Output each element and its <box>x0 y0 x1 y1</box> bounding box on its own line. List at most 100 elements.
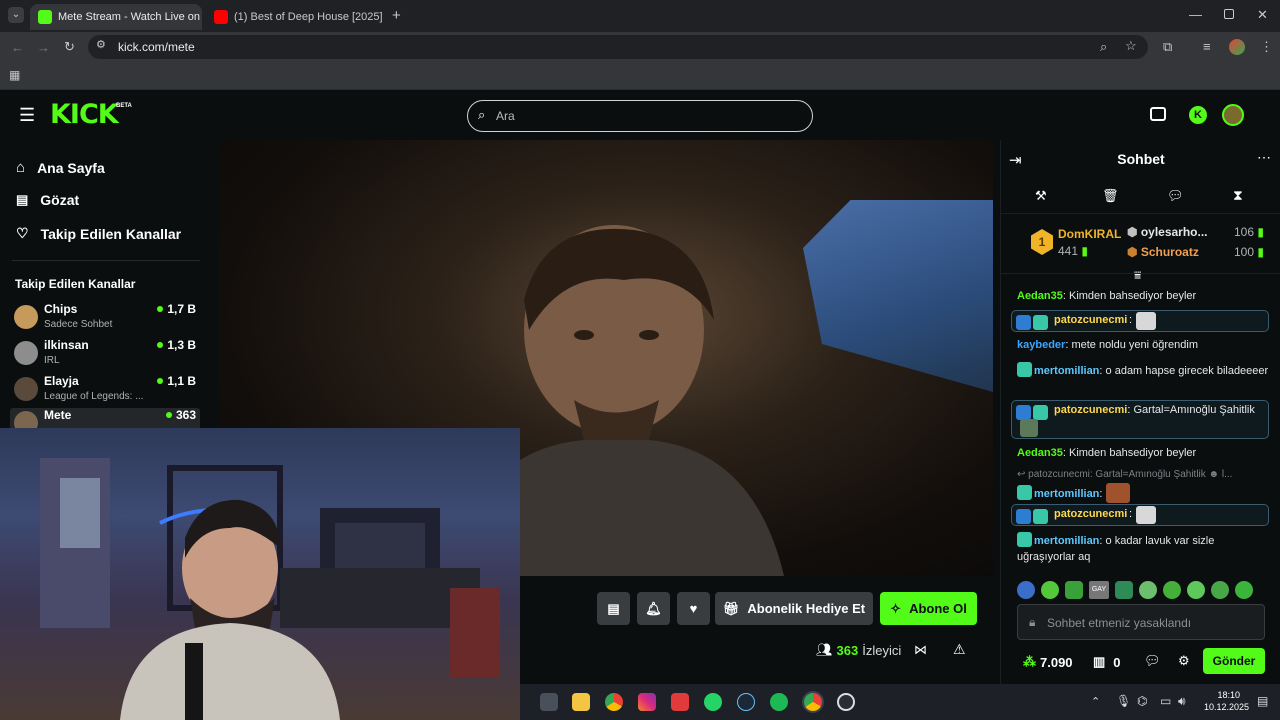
nav-browse[interactable]: ▤ Gözat <box>16 192 79 208</box>
chat-username[interactable]: kaybeder <box>1017 339 1065 351</box>
emote-button[interactable] <box>1065 581 1083 599</box>
volume-icon[interactable]: 🔊︎ <box>1178 694 1186 709</box>
extensions-icon[interactable]: ⧉ <box>1163 40 1172 53</box>
task-view-icon[interactable] <box>540 693 558 711</box>
chat-username[interactable]: mertomillian <box>1034 488 1099 500</box>
highlighted-message[interactable]: patozcunecmi : <box>1011 504 1269 526</box>
network-icon[interactable]: ⌬ <box>1137 694 1147 708</box>
gift-subscription-button[interactable]: 🎁︎ Abonelik Hediye Et <box>715 592 873 625</box>
close-window-icon[interactable]: ✕ <box>1257 8 1268 21</box>
trash-icon[interactable]: 🗑︎ <box>1102 188 1119 204</box>
microphone-icon[interactable]: 🎙︎ <box>1116 694 1131 708</box>
apps-grid-icon[interactable]: ▦ <box>9 69 20 81</box>
channel-points[interactable]: ⁂ 7.090 <box>1023 654 1073 670</box>
minimize-icon[interactable]: — <box>1189 8 1202 21</box>
tab-kick[interactable]: Mete Stream - Watch Live on K ✕ <box>30 4 202 30</box>
followed-channel[interactable]: ilkinsan IRL 1,3 B <box>14 338 200 372</box>
app-icon[interactable] <box>671 693 689 711</box>
settings-gear-icon[interactable]: ⚙ <box>1178 653 1190 669</box>
gift-icon: ▮ <box>1257 245 1264 259</box>
chat-username[interactable]: Aedan35 <box>1017 447 1063 459</box>
chrome-menu-icon[interactable]: ⋮ <box>1260 40 1273 53</box>
reply-preview[interactable]: ↩ patozcunecmi: Gartal=Amınoğlu Şahitlik… <box>1017 467 1271 483</box>
notifications-button[interactable]: 🔔︎ <box>637 592 670 625</box>
search-input[interactable]: ⌕ Ara <box>467 100 813 132</box>
chat-message[interactable]: mertomillian: <box>1017 483 1271 503</box>
chat-username[interactable]: patozcunecmi <box>1054 404 1127 416</box>
followed-channel[interactable]: Elayja League of Legends: ... 1,1 B <box>14 374 200 408</box>
follow-button[interactable]: ♥ <box>677 592 710 625</box>
nav-following[interactable]: ♡ Takip Edilen Kanallar <box>16 225 181 242</box>
zoom-icon[interactable]: ⌕ <box>1100 40 1107 53</box>
tray-chevron-icon[interactable]: ⌃ <box>1091 695 1100 708</box>
instagram-icon[interactable] <box>638 693 656 711</box>
hamburger-menu-icon[interactable]: ☰ <box>19 106 35 124</box>
send-button[interactable]: Gönder <box>1203 648 1265 674</box>
chat-message[interactable]: Aedan35: Kimden bahsediyor beyler <box>1017 288 1271 304</box>
whatsapp-icon[interactable] <box>704 693 722 711</box>
file-explorer-icon[interactable] <box>572 693 590 711</box>
clock[interactable]: 18:10 10.12.2025 <box>1204 689 1249 713</box>
chat-message[interactable]: mertomillian: o kadar lavuk var sizle uğ… <box>1017 532 1271 565</box>
nav-home[interactable]: ⌂ Ana Sayfa <box>16 159 105 176</box>
emote-button[interactable] <box>1235 581 1253 599</box>
emote-button[interactable]: GAY <box>1089 581 1109 599</box>
chat-username[interactable]: patozcunecmi <box>1054 508 1127 520</box>
hammer-icon[interactable]: ⚒ <box>1035 188 1047 204</box>
tab-search-icon[interactable]: ⌄ <box>8 7 24 23</box>
chat-bubble-icon[interactable]: 💬︎ <box>1167 188 1184 204</box>
user-avatar[interactable] <box>1222 104 1244 126</box>
chat-username[interactable]: mertomillian <box>1034 535 1099 547</box>
share-icon[interactable]: ⋈ <box>914 642 927 658</box>
emote-button[interactable] <box>1187 581 1205 599</box>
display-icon[interactable]: ▭ <box>1160 694 1171 708</box>
chat-message[interactable]: mertomillian: o adam hapse girecek bilad… <box>1017 362 1271 379</box>
emote-button[interactable] <box>1041 581 1059 599</box>
rewards-icon[interactable] <box>1150 107 1166 121</box>
bookmark-star-icon[interactable]: ☆ <box>1125 39 1137 52</box>
chat-settings-more-icon[interactable]: ⋯ <box>1257 149 1271 166</box>
chat-username[interactable]: Aedan35 <box>1017 290 1063 302</box>
viewer-label: İzleyici <box>862 642 902 658</box>
forward-icon[interactable]: → <box>37 41 50 54</box>
chrome-icon[interactable] <box>605 693 623 711</box>
subscribe-button[interactable]: ✧ Abone Ol <box>880 592 977 625</box>
obs-icon[interactable] <box>837 693 855 711</box>
clip-button[interactable]: ▤ <box>597 592 630 625</box>
gift-leaderboard[interactable]: 1 DomKIRAL 441 ▮ ⬢ oylesarho... 106 ▮ ⬢ … <box>1001 216 1280 282</box>
steam-icon[interactable] <box>737 693 755 711</box>
chat-icon[interactable]: 💬︎ <box>1144 653 1161 669</box>
chat-username[interactable]: patozcunecmi <box>1054 314 1127 326</box>
profile-avatar-icon[interactable] <box>1229 39 1245 55</box>
chat-text: mete noldu yeni öğrendim <box>1071 339 1199 351</box>
chat-input[interactable]: 🔒︎ Sohbet etmeniz yasaklandı <box>1017 604 1265 640</box>
emote-button[interactable] <box>1211 581 1229 599</box>
chrome-active-icon[interactable] <box>804 693 822 711</box>
hourglass-icon[interactable]: ⧗ <box>1233 187 1243 204</box>
site-info-icon[interactable]: ⚙ <box>96 40 106 51</box>
tab-youtube[interactable]: (1) Best of Deep House [2025] | ✕ <box>206 4 382 30</box>
chat-message[interactable]: Aedan35: Kimden bahsediyor beyler <box>1017 445 1271 461</box>
chat-message[interactable]: kaybeder: mete noldu yeni öğrendim <box>1017 337 1271 353</box>
highlighted-message[interactable]: patozcunecmi: Gartal=Amınoğlu Şahitlik <box>1011 400 1269 439</box>
spotify-icon[interactable] <box>770 693 788 711</box>
highlighted-message[interactable]: patozcunecmi : <box>1011 310 1269 332</box>
maximize-icon[interactable] <box>1224 9 1234 19</box>
followed-channel[interactable]: Chips Sadece Sohbet 1,7 B <box>14 302 200 336</box>
report-warning-icon[interactable]: ⚠ <box>953 641 966 658</box>
expand-leaderboard-icon[interactable]: ⩸ <box>1134 268 1141 283</box>
back-icon[interactable]: ← <box>11 41 24 54</box>
gift-counter[interactable]: ▥ 0 <box>1093 654 1121 670</box>
url-input[interactable]: ⚙ kick.com/mete ⌕ ☆ <box>88 35 1148 59</box>
reload-icon[interactable]: ↻ <box>64 40 75 53</box>
emote-button[interactable] <box>1163 581 1181 599</box>
kick-logo[interactable]: KICK <box>50 100 119 130</box>
emote-button[interactable] <box>1139 581 1157 599</box>
notifications-icon[interactable]: ▤ <box>1257 694 1268 708</box>
media-control-icon[interactable]: ≡ <box>1203 40 1211 53</box>
kick-coins-icon[interactable]: K <box>1189 106 1207 124</box>
emote-button[interactable] <box>1115 581 1133 599</box>
new-tab-icon[interactable]: + <box>392 8 401 23</box>
emote-button[interactable] <box>1017 581 1035 599</box>
chat-username[interactable]: mertomillian <box>1034 365 1099 377</box>
